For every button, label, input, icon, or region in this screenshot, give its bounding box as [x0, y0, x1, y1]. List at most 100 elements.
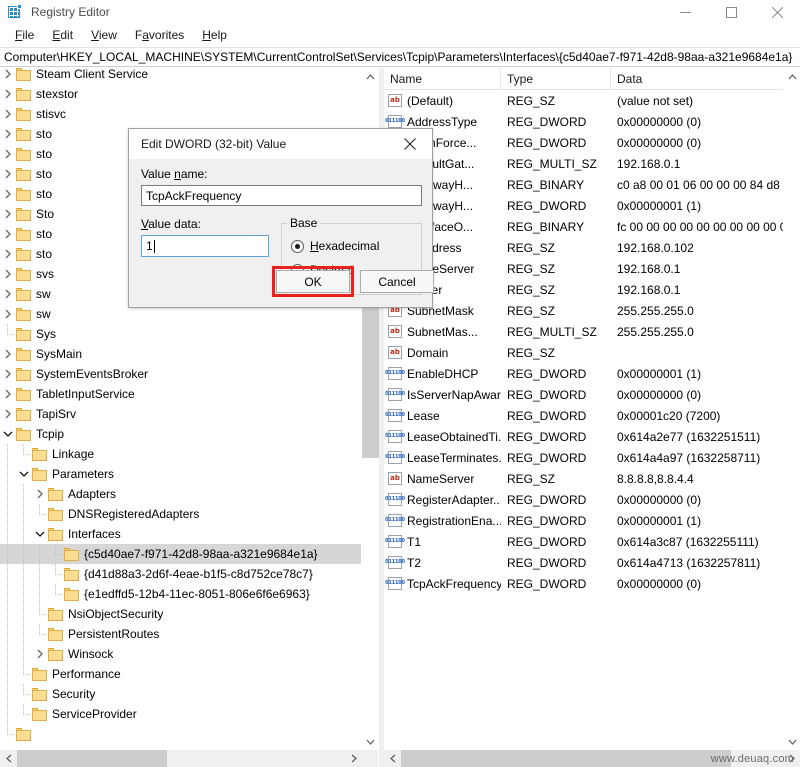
tree-item[interactable]: Security	[0, 684, 362, 704]
value-row[interactable]: ab Domain REG_SZ	[384, 342, 784, 363]
chevron-right-icon[interactable]	[0, 264, 16, 284]
chevron-right-icon[interactable]	[32, 644, 48, 664]
tree-item[interactable]: Steam Client Service	[0, 68, 362, 84]
value-row[interactable]: ab SubnetMask REG_SZ 255.255.255.0	[384, 300, 784, 321]
value-row[interactable]: 011 100 LeaseObtainedTi... REG_DWORD 0x614a2…	[384, 426, 784, 447]
menu-help[interactable]: Help	[193, 26, 236, 44]
scroll-left-icon[interactable]	[384, 750, 401, 767]
value-row[interactable]: 011 100 T1 REG_DWORD 0x614a3c87 (1632255111)	[384, 531, 784, 552]
tree-item[interactable]	[0, 724, 362, 744]
menu-view[interactable]: View	[82, 26, 126, 44]
menu-favorites[interactable]: Favorites	[126, 26, 193, 44]
value-row[interactable]: 011100GatewayH...REG_BINARYc0 a8 00 01 0…	[384, 174, 784, 195]
scroll-up-icon[interactable]	[784, 68, 800, 85]
tree-item[interactable]: Parameters	[0, 464, 362, 484]
tree-item[interactable]: Performance	[0, 664, 362, 684]
value-row[interactable]: abNameServerREG_SZ192.168.0.1	[384, 258, 784, 279]
value-row[interactable]: 011100GatewayH...REG_DWORD0x00000001 (1)	[384, 195, 784, 216]
tree-item[interactable]: ServiceProvider	[0, 704, 362, 724]
chevron-right-icon[interactable]	[0, 244, 16, 264]
tree-item[interactable]: {d41d88a3-2d6f-4eae-b1f5-c8d752ce78c7}	[0, 564, 362, 584]
chevron-right-icon[interactable]	[0, 224, 16, 244]
column-header-data[interactable]: Data	[611, 68, 800, 90]
maximize-icon[interactable]	[708, 0, 754, 24]
tree-item[interactable]: NsiObjectSecurity	[0, 604, 362, 624]
chevron-right-icon[interactable]	[0, 284, 16, 304]
value-row[interactable]: 011 100 TcpAckFrequency REG_DWORD 0x00000000…	[384, 573, 784, 594]
tree-item[interactable]: TapiSrv	[0, 404, 362, 424]
column-header-type[interactable]: Type	[501, 68, 611, 90]
values-vertical-scrollbar[interactable]	[783, 68, 800, 750]
tree-item[interactable]: SysMain	[0, 344, 362, 364]
tree-item[interactable]: Tcpip	[0, 424, 362, 444]
chevron-right-icon[interactable]	[0, 144, 16, 164]
address-bar[interactable]: Computer\HKEY_LOCAL_MACHINE\SYSTEM\Curre…	[0, 47, 800, 67]
value-row[interactable]: 011100InterfaceO...REG_BINARYfc 00 00 00…	[384, 216, 784, 237]
tree-item[interactable]: Sys	[0, 324, 362, 344]
menu-file[interactable]: File	[6, 26, 43, 44]
tree-item[interactable]: stisvc	[0, 104, 362, 124]
value-row[interactable]: 011 100 Lease REG_DWORD 0x00001c20 (7200)	[384, 405, 784, 426]
chevron-down-icon[interactable]	[16, 464, 32, 484]
tree-item[interactable]: DNSRegisteredAdapters	[0, 504, 362, 524]
chevron-right-icon[interactable]	[0, 68, 16, 84]
chevron-right-icon[interactable]	[0, 164, 16, 184]
value-row[interactable]: 011 100 IsServerNapAware REG_DWORD 0x0000000…	[384, 384, 784, 405]
column-header-name[interactable]: Name	[384, 68, 501, 90]
value-row[interactable]: abDefaultGat...REG_MULTI_SZ192.168.0.1	[384, 153, 784, 174]
chevron-right-icon[interactable]	[0, 364, 16, 384]
value-row[interactable]: 011 100 LeaseTerminates... REG_DWORD 0x614a4…	[384, 447, 784, 468]
value-row[interactable]: abIPAddressREG_SZ192.168.0.102	[384, 237, 784, 258]
value-row[interactable]: abServerREG_SZ192.168.0.1	[384, 279, 784, 300]
value-row[interactable]: 011100ConnForce...REG_DWORD0x00000000 (0…	[384, 132, 784, 153]
tree-item[interactable]: Adapters	[0, 484, 362, 504]
chevron-down-icon[interactable]	[32, 524, 48, 544]
tree-item[interactable]: Winsock	[0, 644, 362, 664]
close-icon[interactable]	[388, 129, 432, 158]
tree-item[interactable]: TabletInputService	[0, 384, 362, 404]
tree-item[interactable]: {c5d40ae7-f971-42d8-98aa-a321e9684e1a}	[0, 544, 362, 564]
values-list[interactable]: ab (Default) REG_SZ (value not set) 011 100 Ad…	[384, 90, 784, 747]
value-row[interactable]: 011 100 RegisterAdapter... REG_DWORD 0x00000…	[384, 489, 784, 510]
chevron-right-icon[interactable]	[0, 404, 16, 424]
chevron-right-icon[interactable]	[0, 204, 16, 224]
close-icon[interactable]	[754, 0, 800, 24]
tree-scroll-thumb[interactable]	[362, 308, 379, 458]
chevron-right-icon[interactable]	[32, 484, 48, 504]
value-row[interactable]: 011 100 AddressType REG_DWORD 0x00000000 (0)	[384, 111, 784, 132]
value-data-input[interactable]: 1	[141, 235, 269, 257]
tree-item[interactable]: stexstor	[0, 84, 362, 104]
value-row[interactable]: 011 100 T2 REG_DWORD 0x614a4713 (1632257811)	[384, 552, 784, 573]
tree-item[interactable]: Linkage	[0, 444, 362, 464]
menu-edit[interactable]: Edit	[43, 26, 82, 44]
value-row[interactable]: 011 100 EnableDHCP REG_DWORD 0x00000001 (1)	[384, 363, 784, 384]
tree-item[interactable]: SystemEventsBroker	[0, 364, 362, 384]
radio-hexadecimal[interactable]: Hexadecimal	[291, 239, 379, 253]
chevron-right-icon[interactable]	[0, 84, 16, 104]
value-row[interactable]: ab NameServer REG_SZ 8.8.8.8,8.8.4.4	[384, 468, 784, 489]
tree-item[interactable]: Tcpip6	[0, 744, 362, 747]
chevron-right-icon[interactable]	[0, 304, 16, 324]
chevron-right-icon[interactable]	[0, 384, 16, 404]
cancel-button[interactable]: Cancel	[360, 270, 434, 293]
scroll-left-icon[interactable]	[0, 750, 17, 767]
value-row[interactable]: ab (Default) REG_SZ (value not set)	[384, 90, 784, 111]
tree-item[interactable]: Interfaces	[0, 524, 362, 544]
tree-item[interactable]: {e1edffd5-12b4-11ec-8051-806e6f6e6963}	[0, 584, 362, 604]
tree-item[interactable]: PersistentRoutes	[0, 624, 362, 644]
tree-hscroll-thumb[interactable]	[17, 750, 167, 767]
value-row[interactable]: ab SubnetMas... REG_MULTI_SZ 255.255.255.0	[384, 321, 784, 342]
chevron-right-icon[interactable]	[0, 184, 16, 204]
values-hscroll-thumb[interactable]	[401, 750, 731, 767]
chevron-right-icon[interactable]	[0, 744, 16, 747]
value-name-input[interactable]: TcpAckFrequency	[141, 185, 422, 206]
chevron-right-icon[interactable]	[0, 104, 16, 124]
scroll-up-icon[interactable]	[362, 68, 379, 85]
chevron-right-icon[interactable]	[0, 124, 16, 144]
chevron-right-icon[interactable]	[0, 344, 16, 364]
chevron-down-icon[interactable]	[0, 424, 16, 444]
minimize-icon[interactable]	[662, 0, 708, 24]
value-row[interactable]: 011 100 RegistrationEna... REG_DWORD 0x00000…	[384, 510, 784, 531]
scroll-right-icon[interactable]	[345, 750, 362, 767]
tree-horizontal-scrollbar[interactable]	[0, 750, 362, 767]
